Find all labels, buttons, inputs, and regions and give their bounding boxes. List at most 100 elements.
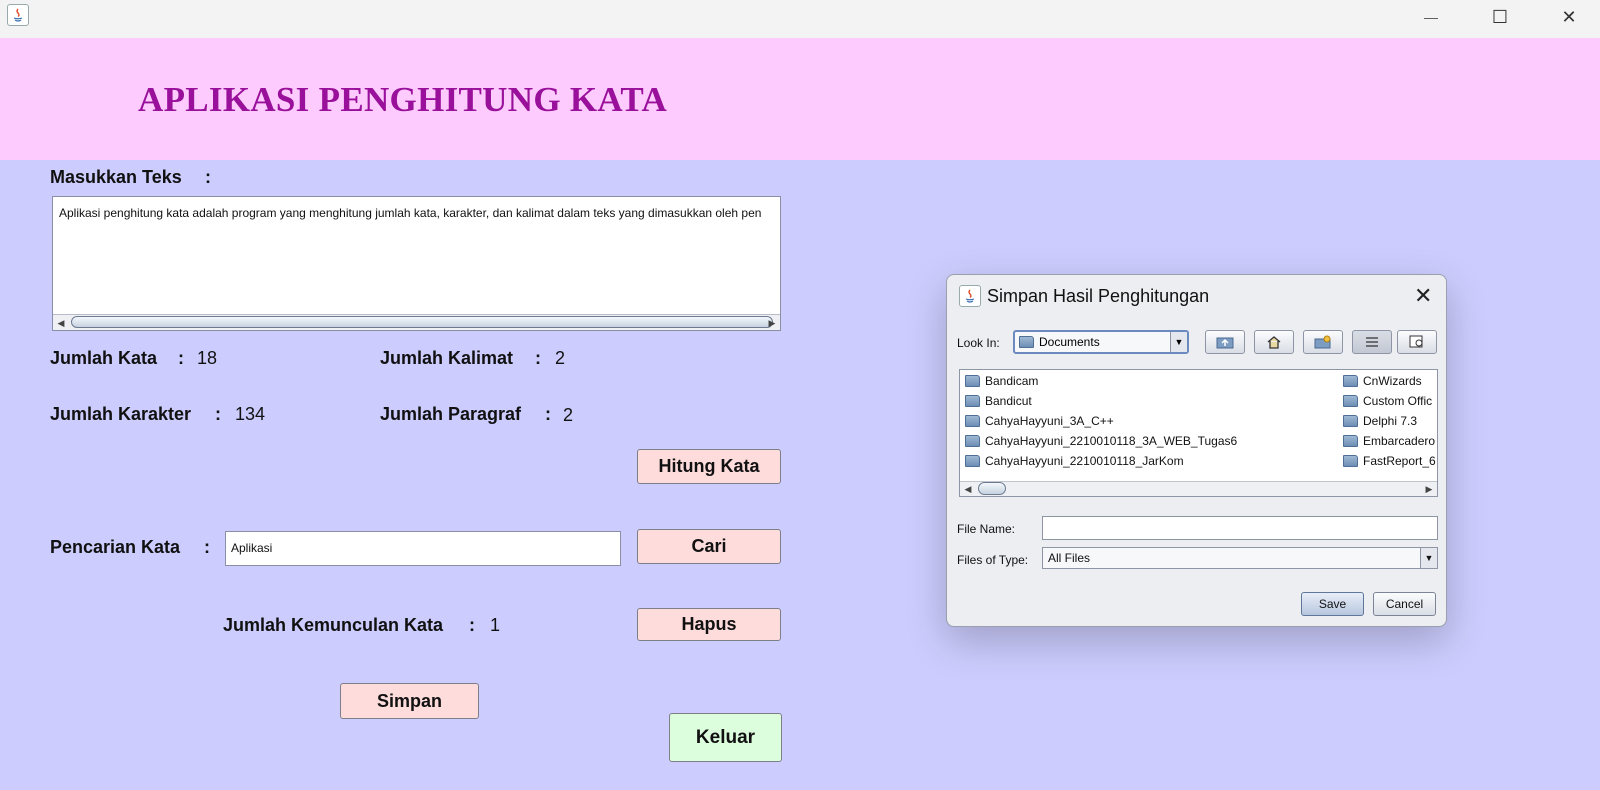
hapus-button[interactable]: Hapus [637,608,781,641]
look-in-value: Documents [1039,335,1100,349]
cari-button[interactable]: Cari [637,529,781,564]
folder-icon [1343,395,1358,407]
list-item[interactable]: Bandicut [965,392,1032,410]
file-type-value: All Files [1048,551,1091,565]
java-app-icon[interactable] [7,4,29,26]
jumlah-kalimat-label: Jumlah Kalimat [380,348,514,368]
close-icon: ✕ [1414,283,1433,308]
text-horizontal-scrollbar[interactable]: ◀ ▶ [53,314,780,330]
folder-icon [1343,415,1358,427]
maximize-button[interactable]: ☐ [1477,2,1523,32]
input-label: Masukkan Teks [50,167,182,187]
text-input-content: Aplikasi penghitung kata adalah program … [59,206,762,220]
folder-icon [1343,455,1358,467]
text-input-area[interactable]: Aplikasi penghitung kata adalah program … [52,196,781,331]
scroll-right-arrow-icon[interactable]: ▶ [1422,483,1436,495]
file-type-label: Files of Type: [957,553,1029,567]
list-item[interactable]: CnWizards [1343,372,1422,390]
cancel-button[interactable]: Cancel [1373,592,1436,616]
file-item-label: Custom Offic [1363,394,1433,408]
search-label-colon: : [204,537,210,557]
scroll-left-arrow-icon[interactable]: ◀ [961,483,975,495]
jumlah-kalimat-colon: : [535,348,541,368]
file-item-label: CahyaHayyuni_2210010118_JarKom [985,454,1184,468]
file-item-label: Bandicam [985,374,1039,388]
occurrence-colon: : [469,615,475,635]
occurrence-value: 1 [490,615,501,635]
search-input[interactable]: Aplikasi [225,531,621,566]
home-icon [1267,336,1281,349]
look-in-select[interactable]: Documents ▼ [1013,330,1189,354]
jumlah-karakter-label: Jumlah Karakter [50,404,192,424]
new-folder-icon [1314,335,1331,349]
list-item[interactable]: Embarcadero [1343,432,1435,450]
folder-icon [965,395,980,407]
folder-icon [965,455,980,467]
list-item[interactable]: CahyaHayyuni_2210010118_3A_WEB_Tugas6 [965,432,1237,450]
jumlah-karakter-value: 134 [235,404,266,424]
file-item-label: Bandicut [985,394,1032,408]
folder-icon [965,375,980,387]
scrollbar-thumb[interactable] [978,482,1006,495]
jumlah-kata-label: Jumlah Kata [50,348,158,368]
dialog-title: Simpan Hasil Penghitungan [987,286,1210,306]
app-title: APLIKASI PENGHITUNG KATA [138,80,668,119]
maximize-icon: ☐ [1491,6,1509,27]
scrollbar-thumb[interactable] [71,316,773,328]
java-app-icon [959,285,981,307]
list-item[interactable]: FastReport_6 [1343,452,1436,470]
file-item-label: FastReport_6 [1363,454,1436,468]
details-view-button[interactable] [1397,330,1437,354]
home-button[interactable] [1254,330,1294,354]
file-list-scrollbar[interactable]: ◀ ▶ [960,481,1437,496]
folder-icon [965,435,980,447]
details-view-icon [1409,335,1423,348]
list-view-button[interactable] [1352,330,1392,354]
folder-icon [1343,435,1358,447]
folder-icon [1019,336,1034,348]
list-item[interactable]: Delphi 7.3 [1343,412,1417,430]
scroll-right-arrow-icon[interactable]: ▶ [765,317,779,329]
simpan-button[interactable]: Simpan [340,683,479,719]
list-item[interactable]: Custom Offic [1343,392,1432,410]
jumlah-paragraf-value: 2 [563,405,574,425]
file-list[interactable]: Bandicam Bandicut CahyaHayyuni_3A_C++ Ca… [959,369,1438,497]
jumlah-kata-value: 18 [197,348,218,368]
save-file-dialog: Simpan Hasil Penghitungan ✕ Look In: Doc… [946,274,1447,627]
jumlah-paragraf-label: Jumlah Paragraf [380,404,522,424]
list-item[interactable]: CahyaHayyuni_3A_C++ [965,412,1114,430]
look-in-label: Look In: [957,336,1000,350]
dialog-close-button[interactable]: ✕ [1414,283,1432,309]
search-label: Pencarian Kata [50,537,181,557]
file-type-select[interactable]: All Files ▼ [1042,547,1438,569]
save-button[interactable]: Save [1301,592,1364,616]
jumlah-karakter-colon: : [215,404,221,424]
jumlah-kalimat-value: 2 [555,348,566,368]
file-name-input[interactable] [1042,516,1438,540]
scroll-left-arrow-icon[interactable]: ◀ [54,317,68,329]
close-icon: ✕ [1561,6,1577,27]
hitung-kata-button[interactable]: Hitung Kata [637,449,781,484]
minimize-button[interactable]: — [1408,2,1454,32]
file-name-label: File Name: [957,522,1016,536]
jumlah-paragraf-colon: : [545,404,551,424]
up-one-level-button[interactable] [1205,330,1245,354]
file-item-label: Delphi 7.3 [1363,414,1418,428]
new-folder-button[interactable] [1303,330,1343,354]
minimize-icon: — [1424,9,1438,25]
file-item-label: CnWizards [1363,374,1422,388]
jumlah-kata-colon: : [178,348,184,368]
occurrence-label: Jumlah Kemunculan Kata [223,615,444,635]
file-item-label: CahyaHayyuni_3A_C++ [985,414,1114,428]
list-item[interactable]: Bandicam [965,372,1038,390]
close-window-button[interactable]: ✕ [1546,2,1592,32]
list-item[interactable]: CahyaHayyuni_2210010118_JarKom [965,452,1184,470]
file-item-label: CahyaHayyuni_2210010118_3A_WEB_Tugas6 [985,434,1238,448]
chevron-down-icon[interactable]: ▼ [1420,548,1437,568]
list-view-icon [1366,337,1378,347]
chevron-down-icon[interactable]: ▼ [1170,332,1187,352]
file-item-label: Embarcadero [1363,434,1436,448]
window-title-bar: — ☐ ✕ [0,0,1600,38]
folder-up-icon [1216,337,1234,349]
keluar-button[interactable]: Keluar [669,713,782,762]
